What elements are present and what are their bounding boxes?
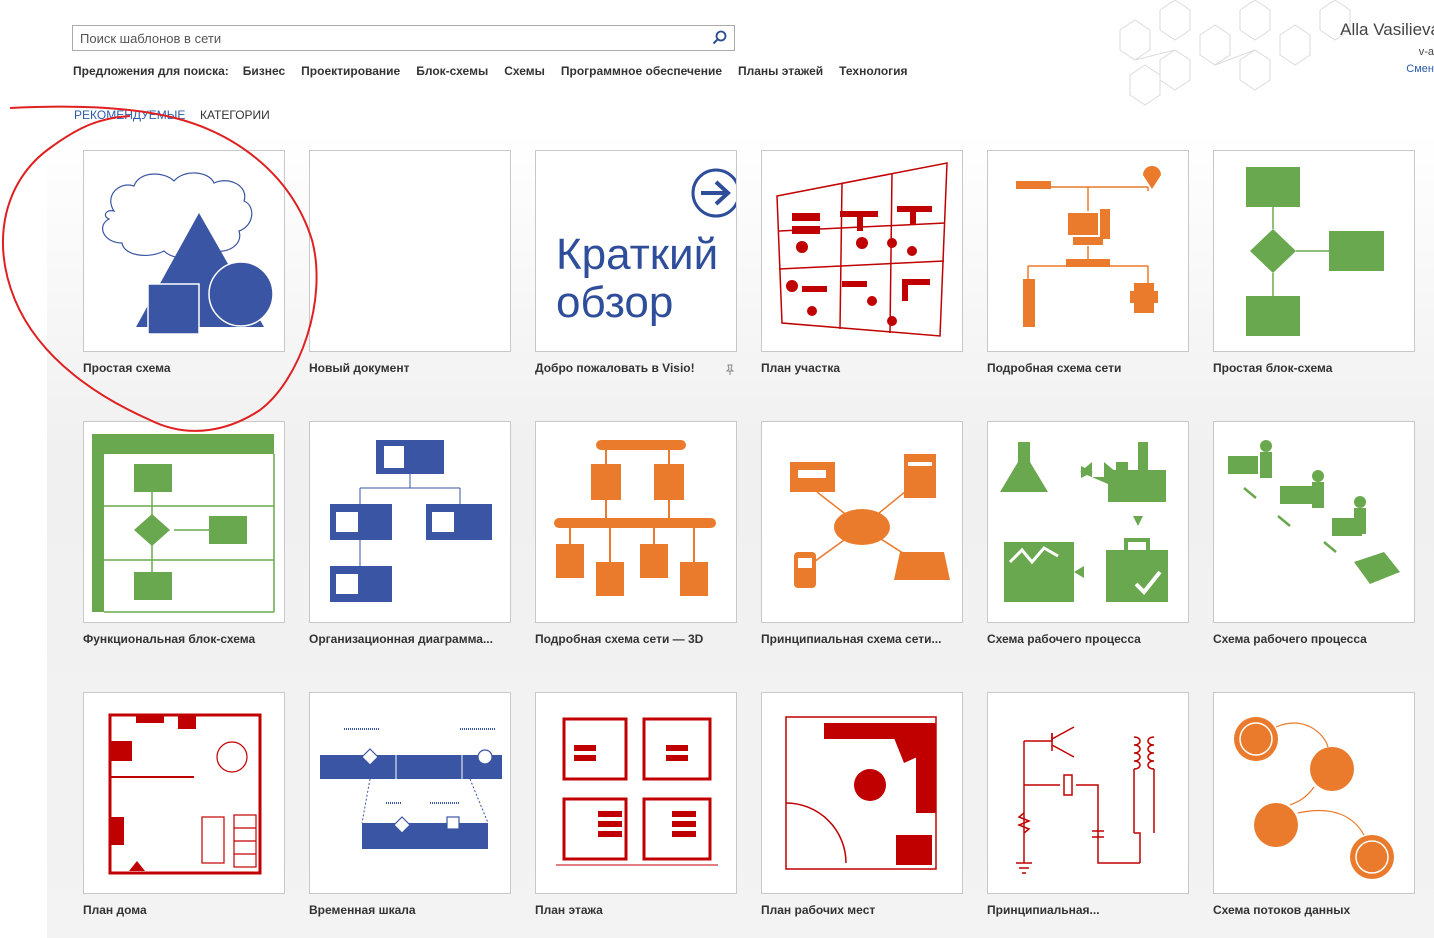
- template-label: Простая схема: [83, 361, 171, 375]
- circuit-thumbnail: [987, 692, 1189, 894]
- template-label: Схема рабочего процесса: [1213, 632, 1367, 646]
- timeline-thumbnail: [309, 692, 511, 894]
- home-plan-thumbnail: [83, 692, 285, 894]
- suggestion-link[interactable]: Планы этажей: [738, 64, 823, 78]
- data-flow-thumbnail: [1213, 692, 1415, 894]
- suggestion-link[interactable]: Бизнес: [243, 64, 285, 78]
- template-label: Схема рабочего процесса: [987, 632, 1141, 646]
- user-account: Alla Vasilieva v-a Смен: [1314, 20, 1434, 80]
- blank-document-thumbnail: [309, 150, 511, 352]
- template-label: План дома: [83, 903, 147, 917]
- suggestion-link[interactable]: Проектирование: [301, 64, 400, 78]
- basic-network-thumbnail: [761, 421, 963, 623]
- template-label: Подробная схема сети: [987, 361, 1122, 375]
- user-name: Alla Vasilieva: [1340, 20, 1434, 39]
- user-email: v-a: [1418, 46, 1434, 58]
- cross-functional-thumbnail: [83, 421, 285, 623]
- template-label: Временная шкала: [309, 903, 416, 917]
- workflow-thumbnail: [987, 421, 1189, 623]
- template-label: Новый документ: [309, 361, 410, 375]
- org-chart-thumbnail: [309, 421, 511, 623]
- search-icon[interactable]: [710, 29, 730, 47]
- tab-featured[interactable]: РЕКОМЕНДУЕМЫЕ: [74, 108, 185, 122]
- template-label: Подробная схема сети — 3D: [535, 632, 704, 646]
- basic-shapes-thumbnail: [83, 150, 285, 352]
- search-box: [72, 25, 735, 51]
- pin-icon[interactable]: [725, 364, 735, 376]
- office-layout-thumbnail: [761, 692, 963, 894]
- template-label: Организационная диаграмма...: [309, 632, 493, 646]
- workflow-3d-thumbnail: [1213, 421, 1415, 623]
- template-label: Принципиальная...: [987, 903, 1100, 917]
- template-label: Принципиальная схема сети...: [761, 632, 942, 646]
- suggestion-link[interactable]: Технология: [839, 64, 907, 78]
- template-label: Схема потоков данных: [1213, 903, 1351, 917]
- tour-subtitle: обзор: [556, 278, 674, 327]
- floor-plan-thumbnail: [535, 692, 737, 894]
- template-label: Функциональная блок-схема: [83, 632, 256, 646]
- suggestion-link[interactable]: Блок-схемы: [416, 64, 488, 78]
- search-input[interactable]: [73, 26, 710, 50]
- network-thumbnail: [987, 150, 1189, 352]
- switch-account-link[interactable]: Смен: [1406, 63, 1434, 75]
- tab-categories[interactable]: КАТЕГОРИИ: [200, 108, 270, 122]
- suggestion-link[interactable]: Программное обеспечение: [561, 64, 722, 78]
- suggestion-link[interactable]: Схемы: [504, 64, 545, 78]
- template-label: Простая блок-схема: [1213, 361, 1333, 375]
- template-label: План рабочих мест: [761, 903, 876, 917]
- suggestions-label: Предложения для поиска:: [73, 64, 229, 78]
- template-label: План этажа: [535, 903, 603, 917]
- template-label: План участка: [761, 361, 841, 375]
- site-plan-thumbnail: [761, 150, 963, 352]
- flowchart-thumbnail: [1213, 150, 1415, 352]
- search-suggestions: Предложения для поиска: Бизнес Проектирова…: [73, 64, 924, 80]
- tour-thumbnail: Краткий обзор: [535, 150, 737, 352]
- tour-title: Краткий: [556, 230, 719, 279]
- template-label: Добро пожаловать в Visio!: [535, 361, 695, 375]
- network-3d-thumbnail: [535, 421, 737, 623]
